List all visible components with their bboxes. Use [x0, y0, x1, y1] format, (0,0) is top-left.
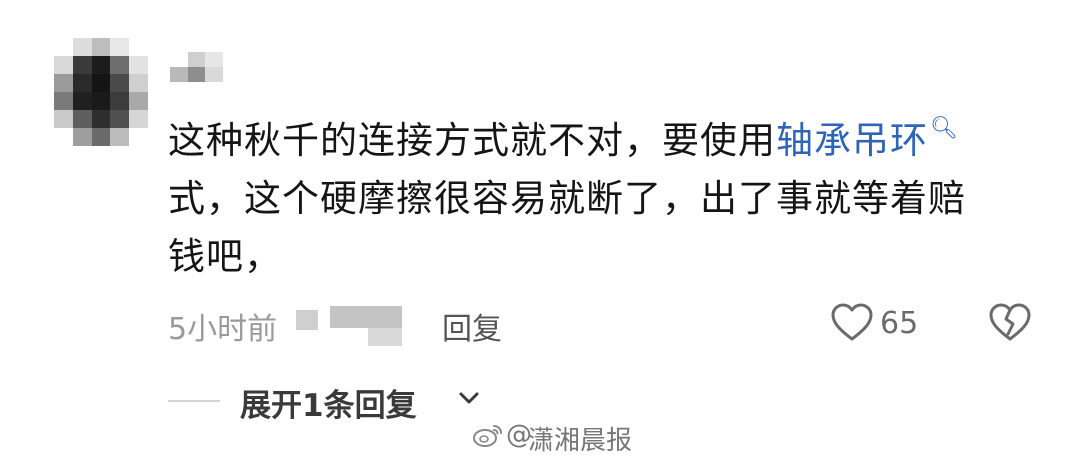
- divider: [168, 400, 220, 402]
- search-icon[interactable]: 🔍︎: [930, 116, 959, 141]
- watermark: @ 潇湘晨报: [472, 418, 642, 456]
- location-blurred: [296, 310, 318, 330]
- heart-icon[interactable]: [830, 302, 874, 342]
- comment-line-2: 式，这个硬摩擦很容易就断了，出了事就等着赔: [168, 177, 966, 220]
- reply-button[interactable]: 回复: [442, 304, 502, 348]
- chevron-down-icon[interactable]: [458, 390, 480, 406]
- comment-line-3: 钱吧，: [168, 235, 282, 278]
- location-blurred: [368, 328, 402, 346]
- expand-replies[interactable]: 展开1条回复: [168, 378, 768, 425]
- like-count: 65: [880, 306, 919, 341]
- comment-meta-row: 5小时前 回复 65: [168, 300, 1048, 348]
- search-link[interactable]: 轴承吊环: [776, 119, 928, 162]
- comment-body: 这种秋千的连接方式就不对，要使用轴承吊环🔍︎ 式，这个硬摩擦很容易就断了，出了事…: [168, 100, 1028, 286]
- watermark-text: 潇湘晨报: [528, 426, 633, 456]
- username-blurred[interactable]: [170, 52, 240, 82]
- expand-replies-label[interactable]: 展开1条回复: [240, 380, 417, 425]
- broken-heart-icon[interactable]: [988, 302, 1032, 342]
- timestamp: 5小时前: [168, 312, 278, 347]
- location-blurred: [330, 306, 402, 328]
- comment-text-part: 这种秋千的连接方式就不对，要使用: [168, 119, 776, 162]
- comment-line-1: 这种秋千的连接方式就不对，要使用轴承吊环🔍︎: [168, 100, 1028, 170]
- avatar[interactable]: [54, 38, 148, 146]
- weibo-logo-icon: [473, 425, 502, 447]
